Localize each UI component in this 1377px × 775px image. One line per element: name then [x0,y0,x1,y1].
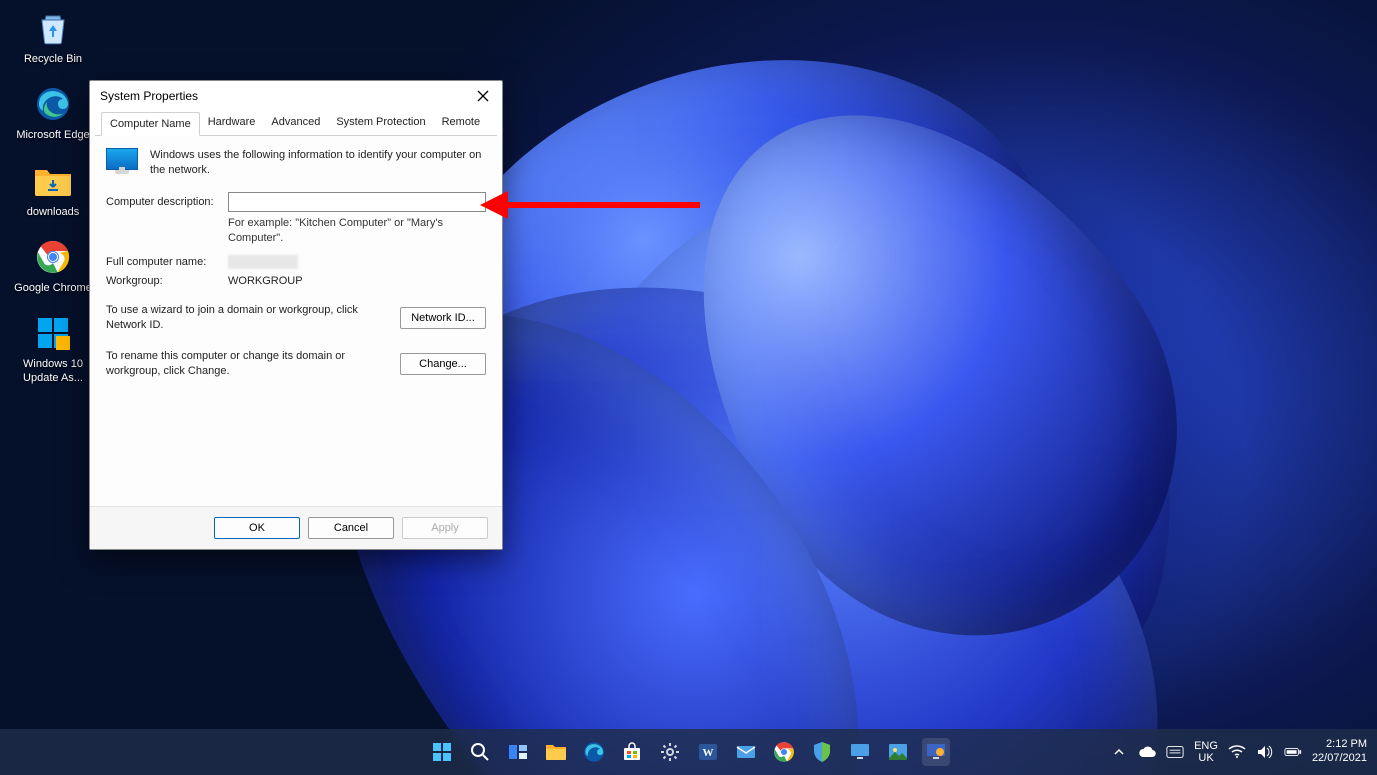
computer-description-input[interactable] [228,192,486,212]
desktop-icon-downloads[interactable]: downloads [8,161,98,219]
network-id-description: To use a wizard to join a domain or work… [106,303,390,333]
taskbar-store[interactable] [618,738,646,766]
tab-remote[interactable]: Remote [434,111,489,135]
change-description: To rename this computer or change its do… [106,349,390,379]
monitor-icon [106,148,138,174]
file-explorer-icon [545,742,567,762]
recycle-bin-icon [33,8,73,48]
store-icon [621,741,643,763]
apply-button[interactable]: Apply [402,517,488,539]
photos-icon [887,742,909,762]
mail-icon [735,741,757,763]
taskview-icon [507,741,529,763]
window-title: System Properties [100,89,472,103]
downloads-folder-icon [33,161,73,201]
monitor-icon [849,742,871,762]
computer-description-label: Computer description: [106,196,228,208]
tab-computer-name[interactable]: Computer Name [101,112,200,136]
annotation-arrow [480,190,700,220]
full-computer-name-label: Full computer name: [106,256,228,268]
desktop-icon-recycle-bin[interactable]: Recycle Bin [8,8,98,66]
desktop-icons: Recycle Bin Microsoft Edge downloads Goo… [8,8,98,386]
chrome-icon [33,237,73,277]
tray-keyboard[interactable] [1166,743,1184,761]
workgroup-label: Workgroup: [106,275,228,287]
chrome-icon [773,741,795,763]
taskbar-screensketch[interactable] [846,738,874,766]
speaker-icon [1257,745,1273,759]
tab-hardware[interactable]: Hardware [200,111,264,135]
tray-wifi[interactable] [1228,743,1246,761]
tab-advanced[interactable]: Advanced [263,111,328,135]
tab-body: Windows uses the following information t… [90,136,502,506]
full-computer-name-value [228,255,298,269]
taskbar: W ENG UK 2:12 PM 22/07/2021 [0,729,1377,775]
intro-text: Windows uses the following information t… [150,148,486,178]
taskbar-edge[interactable] [580,738,608,766]
taskbar-taskview[interactable] [504,738,532,766]
taskbar-word[interactable]: W [694,738,722,766]
taskbar-photos[interactable] [884,738,912,766]
wifi-icon [1228,745,1246,759]
taskbar-system-properties[interactable] [922,738,950,766]
desktop-icon-win10-update[interactable]: Windows 10 Update As... [8,313,98,386]
titlebar[interactable]: System Properties [90,81,502,111]
battery-icon [1284,746,1302,758]
taskbar-security[interactable] [808,738,836,766]
network-id-button[interactable]: Network ID... [400,307,486,329]
edge-icon [33,84,73,124]
windows-update-icon [33,313,73,353]
taskbar-center: W [428,738,950,766]
tray-chevron-up[interactable] [1110,743,1128,761]
start-button[interactable] [428,738,456,766]
tray-battery[interactable] [1284,743,1302,761]
tray-volume[interactable] [1256,743,1274,761]
tray-onedrive[interactable] [1138,743,1156,761]
gear-icon [659,741,681,763]
computer-description-hint: For example: "Kitchen Computer" or "Mary… [228,216,486,246]
cloud-icon [1138,745,1156,759]
desktop-icon-chrome[interactable]: Google Chrome [8,237,98,295]
close-icon [477,90,489,102]
close-button[interactable] [472,85,494,107]
tray-clock[interactable]: 2:12 PM 22/07/2021 [1312,738,1367,766]
svg-text:W: W [702,747,713,759]
change-button[interactable]: Change... [400,353,486,375]
search-icon [470,742,490,762]
taskbar-explorer[interactable] [542,738,570,766]
taskbar-search[interactable] [466,738,494,766]
cancel-button[interactable]: Cancel [308,517,394,539]
windows-start-icon [431,741,453,763]
tray-language[interactable]: ENG UK [1194,740,1218,764]
system-properties-icon [925,742,947,762]
dialog-footer: OK Cancel Apply [90,506,502,549]
desktop-icon-edge[interactable]: Microsoft Edge [8,84,98,142]
tab-system-protection[interactable]: System Protection [328,111,433,135]
shield-icon [812,741,832,763]
taskbar-mail[interactable] [732,738,760,766]
chevron-up-icon [1113,746,1125,758]
word-icon: W [697,741,719,763]
workgroup-value: WORKGROUP [228,275,303,287]
system-properties-window: System Properties Computer Name Hardware… [89,80,503,550]
taskbar-chrome[interactable] [770,738,798,766]
keyboard-icon [1166,745,1184,759]
taskbar-settings[interactable] [656,738,684,766]
tabs: Computer Name Hardware Advanced System P… [95,111,497,136]
edge-icon [583,741,605,763]
system-tray: ENG UK 2:12 PM 22/07/2021 [1110,738,1377,766]
ok-button[interactable]: OK [214,517,300,539]
